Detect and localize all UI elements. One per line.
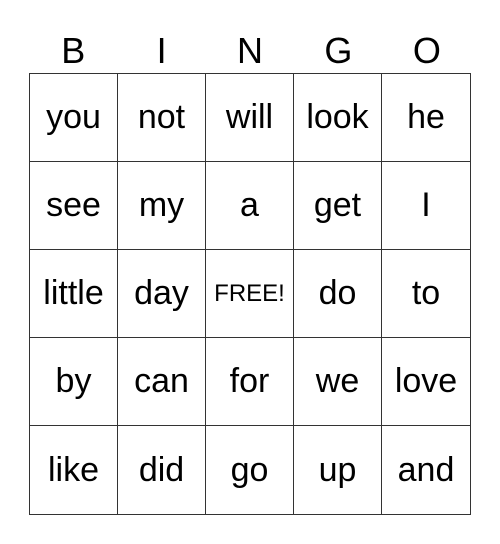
bingo-cell: he	[382, 74, 470, 162]
header-letter: N	[237, 30, 264, 71]
bingo-cell: do	[294, 250, 382, 338]
bingo-cell: my	[118, 162, 206, 250]
header-letter: O	[412, 30, 441, 71]
bingo-cell: not	[118, 74, 206, 162]
header-letter: G	[324, 30, 353, 71]
bingo-cell: like	[30, 426, 118, 514]
bingo-cell: to	[382, 250, 470, 338]
bingo-cell: go	[206, 426, 294, 514]
bingo-cell: a	[206, 162, 294, 250]
bingo-cell: by	[30, 338, 118, 426]
bingo-cell: look	[294, 74, 382, 162]
bingo-cell: we	[294, 338, 382, 426]
header-letter: I	[156, 30, 167, 71]
bingo-cell: you	[30, 74, 118, 162]
bingo-header: BINGO	[29, 30, 471, 72]
bingo-cell: I	[382, 162, 470, 250]
bingo-cell: did	[118, 426, 206, 514]
header-letter: B	[61, 30, 86, 71]
bingo-grid: you not will look he see my a get Ilittle day FREE!…	[29, 73, 471, 515]
bingo-cell: love	[382, 338, 470, 426]
bingo-cell: up	[294, 426, 382, 514]
bingo-cell: day	[118, 250, 206, 338]
bingo-cell: see	[30, 162, 118, 250]
bingo-cell: can	[118, 338, 206, 426]
bingo-cell: little	[30, 250, 118, 338]
bingo-cell: get	[294, 162, 382, 250]
free-space-cell: FREE!	[206, 250, 294, 338]
bingo-cell: for	[206, 338, 294, 426]
bingo-cell: and	[397, 450, 455, 489]
bingo-cell: will	[206, 74, 294, 162]
